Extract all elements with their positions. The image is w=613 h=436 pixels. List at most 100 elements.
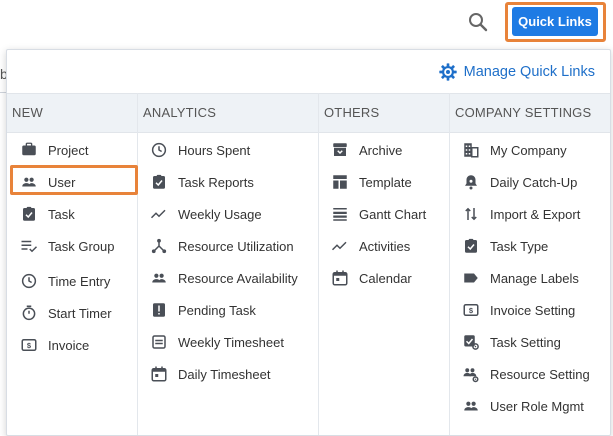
import-export-icon — [462, 205, 480, 223]
quick-link-label: Calendar — [359, 270, 412, 286]
quick-link-manage-labels[interactable]: Manage Labels — [462, 266, 579, 290]
quick-link-invoice[interactable]: $ Invoice — [20, 333, 89, 357]
quick-link-label: Invoice Setting — [490, 302, 576, 318]
quick-links-panel: Manage Quick Links NEW ANALYTICS OTHERS … — [6, 49, 611, 436]
quick-link-label: Archive — [359, 142, 403, 158]
clock-icon — [20, 272, 38, 290]
quick-link-label: User Role Mgmt — [490, 398, 584, 414]
quick-link-template[interactable]: Template — [331, 170, 412, 194]
briefcase-icon — [20, 141, 38, 159]
column-title-analytics: ANALYTICS — [143, 105, 217, 120]
quick-link-task-group[interactable]: Task Group — [20, 234, 114, 258]
quick-link-start-timer[interactable]: Start Timer — [20, 301, 112, 325]
quick-link-daily-timesheet[interactable]: Daily Timesheet — [150, 362, 270, 386]
svg-text:$: $ — [27, 341, 32, 350]
column-title-others: OTHERS — [324, 105, 380, 120]
search-icon[interactable] — [466, 10, 490, 34]
quick-link-label: Daily Catch-Up — [490, 174, 578, 190]
quick-link-label: User — [48, 174, 76, 190]
quick-link-weekly-timesheet[interactable]: Weekly Timesheet — [150, 330, 284, 354]
quick-link-label: Task Group — [48, 238, 115, 254]
template-icon — [331, 173, 349, 191]
quick-link-daily-catch-up[interactable]: Daily Catch-Up — [462, 170, 577, 194]
quick-link-label: Import & Export — [490, 206, 581, 222]
quick-link-label: Resource Setting — [490, 366, 590, 382]
quick-link-invoice-setting[interactable]: $ Invoice Setting — [462, 298, 575, 322]
quick-link-label: Gantt Chart — [359, 206, 427, 222]
quick-link-user-role-mgmt[interactable]: User Role Mgmt — [462, 394, 584, 418]
quick-link-task-type[interactable]: Task Type — [462, 234, 548, 258]
gantt-icon — [331, 205, 349, 223]
manage-quick-links-link[interactable]: Manage Quick Links — [438, 62, 595, 82]
column-header-row: NEW ANALYTICS OTHERS COMPANY SETTINGS — [7, 93, 610, 133]
quick-link-label: Resource Availability — [178, 270, 298, 286]
column-title-new: NEW — [12, 105, 43, 120]
archive-icon — [331, 141, 349, 159]
quick-link-label: Task Setting — [490, 334, 561, 350]
quick-link-label: Activities — [359, 238, 411, 254]
quick-link-weekly-usage[interactable]: Weekly Usage — [150, 202, 262, 226]
gear-icon — [438, 63, 457, 81]
column-divider — [137, 93, 138, 435]
quick-link-time-entry[interactable]: Time Entry — [20, 269, 110, 293]
quick-link-label: Task Reports — [178, 174, 254, 190]
quick-link-label: Time Entry — [48, 273, 111, 289]
quick-link-label: My Company — [490, 142, 567, 158]
quick-link-label: Pending Task — [178, 302, 256, 318]
quick-link-label: Task — [48, 206, 75, 222]
calendar-icon — [331, 269, 349, 287]
alert-icon — [150, 301, 168, 319]
quick-link-label: Resource Utilization — [178, 238, 294, 254]
bell-icon — [462, 173, 480, 191]
quick-link-task-reports[interactable]: Task Reports — [150, 170, 254, 194]
column-title-company-settings: COMPANY SETTINGS — [455, 105, 592, 120]
hierarchy-icon — [150, 237, 168, 255]
task-check-icon — [20, 205, 38, 223]
users-icon — [462, 397, 480, 415]
clock-icon — [150, 141, 168, 159]
quick-link-label: Manage Labels — [490, 270, 579, 286]
quick-link-label: Hours Spent — [178, 142, 251, 158]
quick-link-label: Project — [48, 142, 89, 158]
trend-icon — [331, 237, 349, 255]
column-divider — [449, 93, 450, 435]
quick-link-label: Task Type — [490, 238, 549, 254]
quick-link-task-setting[interactable]: Task Setting — [462, 330, 561, 354]
quick-link-label: Weekly Usage — [178, 206, 262, 222]
timesheet-icon — [150, 333, 168, 351]
quick-link-label: Start Timer — [48, 305, 112, 321]
calendar-icon — [150, 365, 168, 383]
quick-link-archive[interactable]: Archive — [331, 138, 402, 162]
quick-link-calendar[interactable]: Calendar — [331, 266, 412, 290]
task-setting-icon — [462, 333, 480, 351]
quick-link-hours-spent[interactable]: Hours Spent — [150, 138, 250, 162]
quick-link-resource-availability[interactable]: Resource Availability — [150, 266, 298, 290]
top-bar: Quick Links — [0, 0, 613, 46]
quick-link-resource-setting[interactable]: Resource Setting — [462, 362, 590, 386]
task-check-icon — [150, 173, 168, 191]
list-check-icon — [20, 237, 38, 255]
quick-link-pending-task[interactable]: Pending Task — [150, 298, 256, 322]
timer-icon — [20, 304, 38, 322]
svg-text:$: $ — [469, 306, 474, 315]
trend-icon — [150, 205, 168, 223]
quick-link-my-company[interactable]: My Company — [462, 138, 567, 162]
quick-link-import-export[interactable]: Import & Export — [462, 202, 580, 226]
users-icon — [20, 173, 38, 191]
label-icon — [462, 269, 480, 287]
quick-link-label: Invoice — [48, 337, 90, 353]
manage-quick-links-label: Manage Quick Links — [463, 64, 595, 80]
quick-link-user[interactable]: User — [20, 170, 75, 194]
quick-link-label: Daily Timesheet — [178, 366, 271, 382]
column-divider — [318, 93, 319, 435]
quick-link-project[interactable]: Project — [20, 138, 88, 162]
quick-link-label: Weekly Timesheet — [178, 334, 284, 350]
users-icon — [150, 269, 168, 287]
quick-links-button[interactable]: Quick Links — [512, 7, 598, 36]
invoice-icon: $ — [462, 301, 480, 319]
quick-link-resource-utilization[interactable]: Resource Utilization — [150, 234, 294, 258]
users-setting-icon — [462, 365, 480, 383]
quick-link-activities[interactable]: Activities — [331, 234, 410, 258]
quick-link-gantt-chart[interactable]: Gantt Chart — [331, 202, 426, 226]
quick-link-task[interactable]: Task — [20, 202, 75, 226]
